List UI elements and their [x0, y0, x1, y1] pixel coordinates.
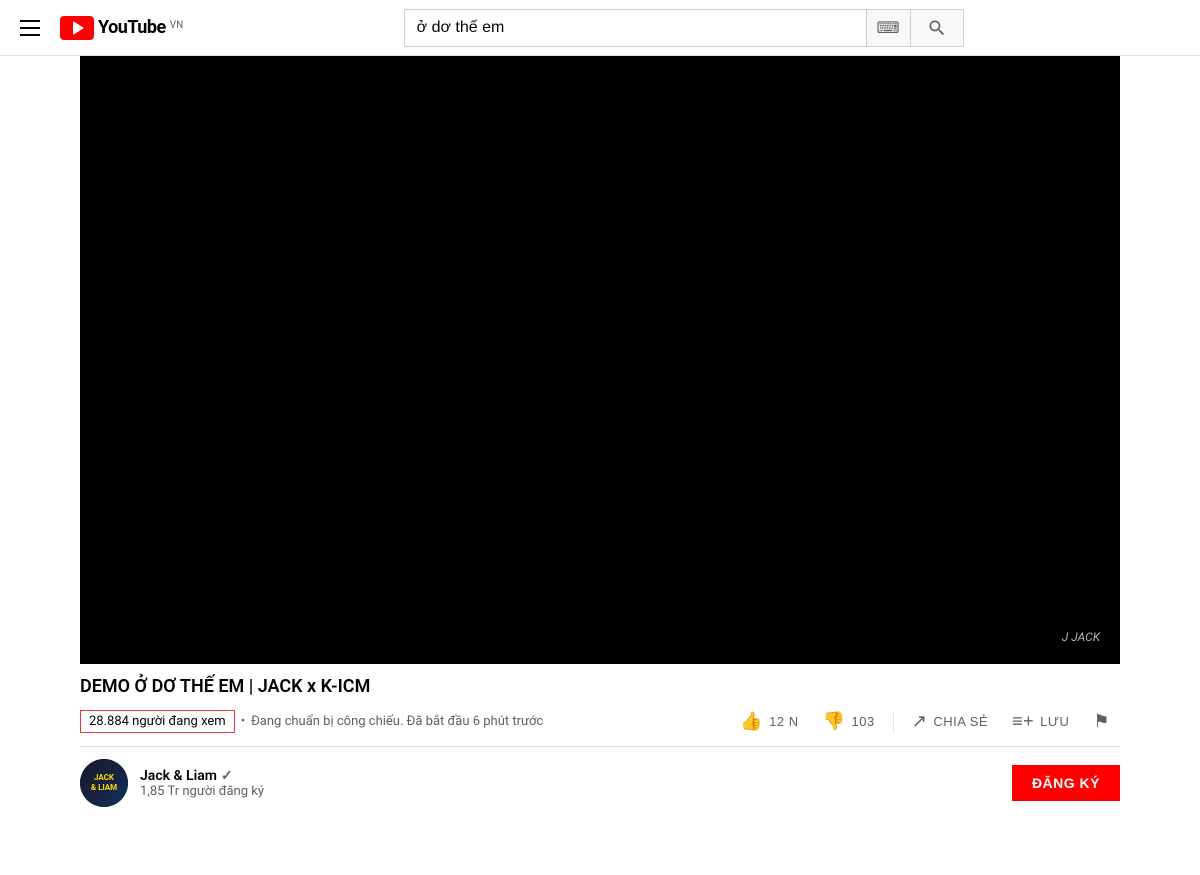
channel-left: JACK& LIAM Jack & Liam ✓ 1,85 Tr người đ… [80, 759, 264, 807]
search-button[interactable] [910, 10, 963, 46]
video-actions: 👍 12 N 👎 103 ↗ CHIA SẺ ≡+ LƯU [730, 705, 1120, 738]
hamburger-menu-icon[interactable] [16, 16, 44, 40]
keyboard-button[interactable]: ⌨ [866, 10, 910, 46]
channel-row: JACK& LIAM Jack & Liam ✓ 1,85 Tr người đ… [80, 747, 1120, 819]
header-left: YouTube VN [16, 16, 183, 40]
youtube-play-icon [60, 16, 94, 40]
header: YouTube VN ⌨ [0, 0, 1200, 56]
share-button[interactable]: ↗ CHIA SẺ [902, 705, 998, 738]
save-label: LƯU [1040, 714, 1069, 729]
video-player[interactable]: J JACK [80, 56, 1120, 664]
header-center: ⌨ [183, 9, 1184, 47]
video-info: DEMO Ở DƠ THẾ EM | JACK x K-ICM 28.884 n… [80, 664, 1120, 819]
video-status: Đang chuẩn bị công chiếu. Đã bắt đầu 6 p… [251, 714, 543, 729]
like-count: 12 N [769, 714, 798, 729]
like-button[interactable]: 👍 12 N [730, 705, 808, 738]
main-content: J JACK DEMO Ở DƠ THẾ EM | JACK x K-ICM 2… [0, 56, 1200, 819]
flag-icon: ⚑ [1093, 711, 1110, 732]
search-bar: ⌨ [404, 9, 964, 47]
share-icon: ↗ [912, 711, 928, 732]
video-watermark: J JACK [1062, 630, 1100, 644]
youtube-country: VN [170, 20, 184, 31]
search-input[interactable] [405, 11, 866, 45]
channel-info: Jack & Liam ✓ 1,85 Tr người đăng ký [140, 768, 264, 799]
action-divider [893, 712, 894, 732]
save-icon: ≡+ [1012, 711, 1034, 732]
video-title: DEMO Ở DƠ THẾ EM | JACK x K-ICM [80, 676, 1120, 697]
dislike-count: 103 [852, 714, 875, 729]
search-icon [927, 18, 947, 38]
youtube-logo[interactable]: YouTube VN [60, 16, 183, 40]
flag-button[interactable]: ⚑ [1083, 705, 1120, 738]
verified-icon: ✓ [221, 768, 233, 784]
thumbs-down-icon: 👎 [823, 711, 846, 732]
subscribe-button[interactable]: ĐĂNG KÝ [1012, 765, 1120, 801]
save-button[interactable]: ≡+ LƯU [1002, 705, 1079, 738]
dislike-button[interactable]: 👎 103 [813, 705, 885, 738]
viewer-count: 28.884 người đang xem [80, 710, 235, 733]
youtube-wordmark: YouTube [98, 17, 166, 38]
channel-subscribers: 1,85 Tr người đăng ký [140, 784, 264, 799]
video-meta-row: 28.884 người đang xem • Đang chuẩn bị cô… [80, 705, 1120, 747]
avatar-text: JACK& LIAM [91, 773, 117, 792]
thumbs-up-icon: 👍 [740, 711, 763, 732]
channel-name[interactable]: Jack & Liam ✓ [140, 768, 264, 784]
video-meta-left: 28.884 người đang xem • Đang chuẩn bị cô… [80, 710, 543, 733]
keyboard-icon: ⌨ [877, 18, 900, 38]
share-label: CHIA SẺ [933, 714, 988, 729]
channel-avatar[interactable]: JACK& LIAM [80, 759, 128, 807]
avatar-inner: JACK& LIAM [80, 759, 128, 807]
